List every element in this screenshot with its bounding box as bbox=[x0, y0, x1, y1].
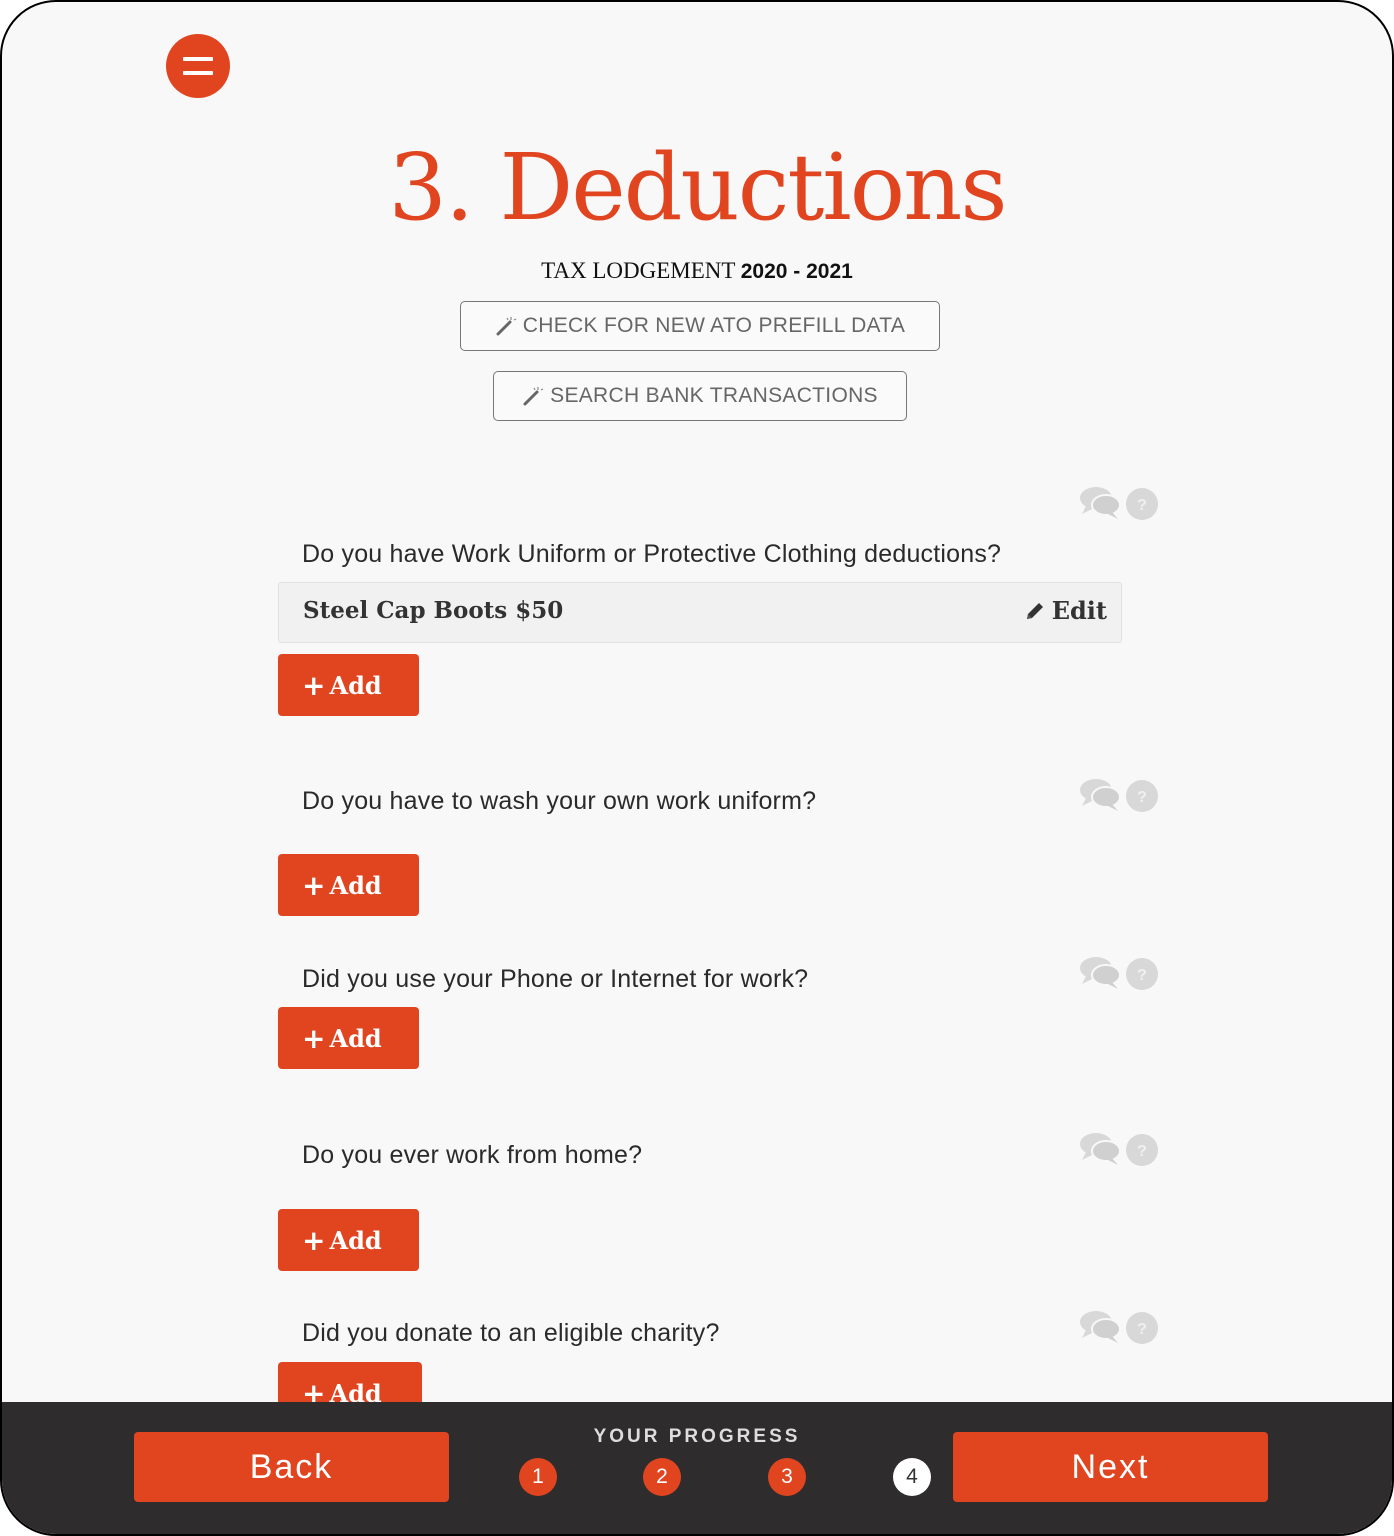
plus-icon: + bbox=[302, 868, 326, 902]
plus-icon: + bbox=[302, 668, 326, 702]
question-help-icons[interactable]: ? bbox=[1078, 954, 1162, 992]
question-text: Do you ever work from home? bbox=[302, 1141, 643, 1169]
pencil-icon bbox=[1026, 602, 1043, 619]
subtitle-prefix: TAX LODGEMENT bbox=[541, 258, 735, 283]
search-bank-label: SEARCH BANK TRANSACTIONS bbox=[550, 384, 878, 407]
progress-footer: Back YOUR PROGRESS 1 2 3 4 Next bbox=[2, 1402, 1392, 1534]
progress-step-4[interactable]: 4 bbox=[893, 1458, 931, 1496]
chat-bubbles-icon: ? bbox=[1080, 957, 1158, 990]
edit-entry-button[interactable]: Edit bbox=[1024, 596, 1107, 625]
deduction-entry-label: Steel Cap Boots $50 bbox=[303, 597, 564, 624]
check-prefill-label: CHECK FOR NEW ATO PREFILL DATA bbox=[522, 314, 906, 337]
magic-wand-icon bbox=[523, 387, 544, 406]
magic-wand-icon bbox=[496, 317, 517, 336]
deduction-entry: Steel Cap Boots $50 Edit bbox=[278, 582, 1122, 643]
progress-step-1[interactable]: 1 bbox=[519, 1458, 557, 1496]
add-button[interactable]: + Add bbox=[278, 1007, 419, 1069]
chat-bubbles-icon: ? bbox=[1080, 487, 1158, 520]
svg-text:?: ? bbox=[1137, 497, 1147, 514]
question-help-icons[interactable]: ? bbox=[1078, 1130, 1162, 1168]
hamburger-menu-icon-bar bbox=[183, 71, 213, 75]
question-text: Did you donate to an eligible charity? bbox=[302, 1319, 720, 1347]
add-label: Add bbox=[329, 870, 382, 900]
add-label: Add bbox=[329, 1225, 382, 1255]
chat-bubbles-icon: ? bbox=[1080, 1311, 1158, 1344]
svg-text:?: ? bbox=[1137, 1143, 1147, 1160]
hamburger-menu-icon bbox=[183, 57, 213, 61]
page-subtitle: TAX LODGEMENT 2020 - 2021 bbox=[2, 258, 1392, 284]
svg-text:?: ? bbox=[1137, 1321, 1147, 1338]
question-help-icons[interactable]: ? bbox=[1078, 484, 1162, 522]
add-button[interactable]: + Add bbox=[278, 654, 419, 716]
edit-label: Edit bbox=[1051, 596, 1107, 625]
chat-bubbles-icon: ? bbox=[1080, 779, 1158, 812]
chat-bubbles-icon: ? bbox=[1080, 1133, 1158, 1166]
app-frame: 3. Deductions TAX LODGEMENT 2020 - 2021 … bbox=[0, 0, 1394, 1536]
question-text: Did you use your Phone or Internet for w… bbox=[302, 965, 809, 993]
progress-step-3[interactable]: 3 bbox=[768, 1458, 806, 1496]
add-button[interactable]: + Add bbox=[278, 854, 419, 916]
tax-year: 2020 - 2021 bbox=[740, 260, 853, 283]
search-bank-button[interactable]: SEARCH BANK TRANSACTIONS bbox=[493, 371, 907, 421]
question-text: Do you have Work Uniform or Protective C… bbox=[302, 540, 1002, 568]
svg-text:?: ? bbox=[1137, 789, 1147, 806]
check-prefill-button[interactable]: CHECK FOR NEW ATO PREFILL DATA bbox=[460, 301, 940, 351]
page-title: 3. Deductions bbox=[388, 134, 1007, 241]
next-button[interactable]: Next bbox=[953, 1432, 1268, 1502]
menu-button[interactable] bbox=[166, 34, 230, 98]
add-button[interactable]: + Add bbox=[278, 1209, 419, 1271]
add-label: Add bbox=[329, 1023, 382, 1053]
question-text: Do you have to wash your own work unifor… bbox=[302, 787, 817, 815]
svg-text:?: ? bbox=[1137, 967, 1147, 984]
add-label: Add bbox=[329, 670, 382, 700]
question-help-icons[interactable]: ? bbox=[1078, 1308, 1162, 1346]
question-help-icons[interactable]: ? bbox=[1078, 776, 1162, 814]
plus-icon: + bbox=[302, 1021, 326, 1055]
plus-icon: + bbox=[302, 1223, 326, 1257]
progress-step-2[interactable]: 2 bbox=[643, 1458, 681, 1496]
